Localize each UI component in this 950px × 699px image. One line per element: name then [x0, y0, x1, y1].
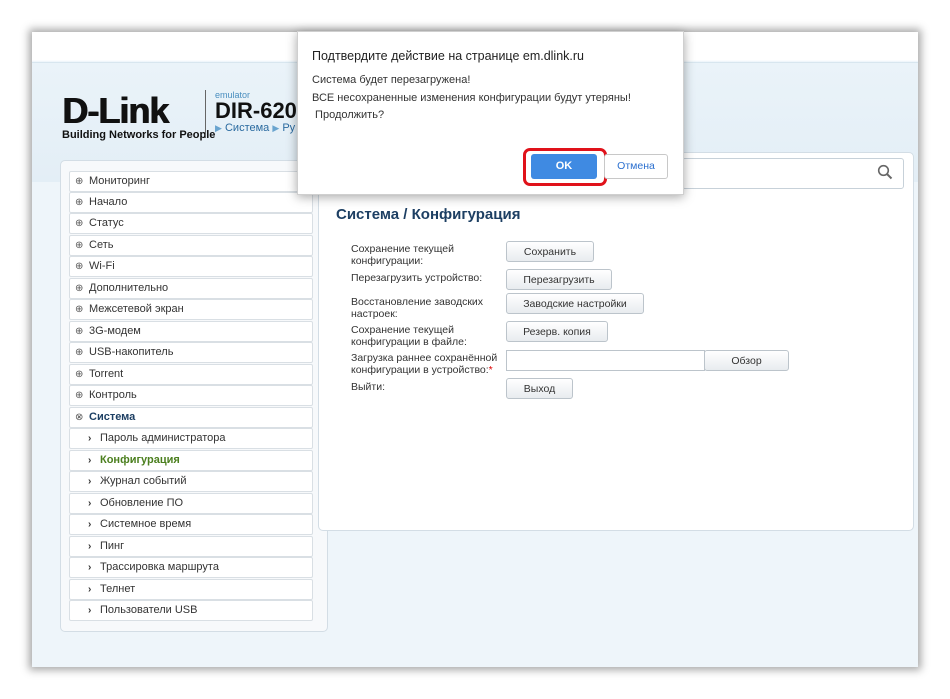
dialog-title: Подтвердите действие на странице em.dlin… — [312, 49, 585, 63]
logo-tagline: Building Networks for People — [62, 129, 216, 141]
sidebar-item-torrent[interactable]: ⊕ Torrent — [69, 364, 313, 385]
breadcrumb-item-system[interactable]: Система — [225, 122, 269, 134]
collapse-icon: ⊗ — [75, 412, 84, 423]
sidebar-item-firewall[interactable]: ⊕ Межсетевой экран — [69, 299, 313, 320]
sidebar-subitem-usb-users[interactable]: › Пользователи USB — [69, 600, 313, 621]
breadcrumb-item-2[interactable]: Ру — [282, 122, 295, 134]
expand-icon: ⊕ — [75, 197, 84, 208]
dialog-message-line3: Продолжить? — [312, 109, 385, 121]
ok-button[interactable]: OK — [531, 154, 597, 179]
search-input[interactable] — [682, 158, 904, 189]
sidebar-subitem-traceroute[interactable]: › Трассировка маршрута — [69, 557, 313, 578]
chevron-right-icon: › — [88, 541, 92, 552]
row-label-save-config: Сохранение текущей конфигурации: — [351, 243, 455, 267]
chevron-right-icon: › — [88, 562, 92, 573]
dialog-message-line1: Система будет перезагружена! — [312, 74, 471, 86]
expand-icon: ⊕ — [75, 218, 84, 229]
dialog-message-line2: ВСЕ несохраненные изменения конфигурации… — [312, 92, 631, 104]
sidebar-item-advanced[interactable]: ⊕ Дополнительно — [69, 278, 313, 299]
sidebar-item-monitoring[interactable]: ⊕ Мониторинг — [69, 171, 313, 192]
chevron-right-icon: › — [88, 519, 92, 530]
logout-button[interactable]: Выход — [506, 378, 573, 399]
row-label-factory-reset: Восстановление заводских настроек: — [351, 296, 484, 320]
browse-button[interactable]: Обзор — [704, 350, 789, 371]
chevron-right-icon: › — [88, 455, 92, 466]
sidebar-subitem-configuration[interactable]: › Конфигурация — [69, 450, 313, 471]
expand-icon: ⊕ — [75, 240, 84, 251]
required-marker: * — [488, 364, 493, 376]
chevron-right-icon: › — [88, 498, 92, 509]
row-label-logout: Выйти: — [351, 381, 386, 393]
logo-separator — [205, 90, 206, 138]
cancel-button[interactable]: Отмена — [604, 154, 668, 179]
expand-icon: ⊕ — [75, 176, 84, 187]
model-name: DIR-620 — [215, 98, 297, 123]
expand-icon: ⊕ — [75, 283, 84, 294]
sidebar-item-control[interactable]: ⊕ Контроль — [69, 385, 313, 406]
sidebar-subitem-ping[interactable]: › Пинг — [69, 536, 313, 557]
factory-reset-button[interactable]: Заводские настройки — [506, 293, 644, 314]
sidebar-subitem-firmware-update[interactable]: › Обновление ПО — [69, 493, 313, 514]
expand-icon: ⊕ — [75, 326, 84, 337]
breadcrumb: ▶ Система ▶ Ру — [215, 122, 295, 134]
confirm-dialog: Подтвердите действие на странице em.dlin… — [297, 31, 684, 195]
sidebar-item-3g-modem[interactable]: ⊕ 3G-модем — [69, 321, 313, 342]
reboot-button[interactable]: Перезагрузить — [506, 269, 612, 290]
sidebar-item-wifi[interactable]: ⊕ Wi-Fi — [69, 256, 313, 277]
dlink-logo: D-Link Building Networks for People — [62, 90, 216, 142]
breadcrumb-arrow-icon: ▶ — [215, 123, 222, 133]
expand-icon: ⊕ — [75, 390, 84, 401]
sidebar-subitem-telnet[interactable]: › Телнет — [69, 579, 313, 600]
expand-icon: ⊕ — [75, 261, 84, 272]
logo-text: D-Link — [62, 90, 169, 131]
backup-button[interactable]: Резерв. копия — [506, 321, 608, 342]
chevron-right-icon: › — [88, 476, 92, 487]
expand-icon: ⊕ — [75, 304, 84, 315]
sidebar-subitem-admin-password[interactable]: › Пароль администратора — [69, 428, 313, 449]
config-file-field[interactable] — [506, 350, 705, 371]
sidebar-item-network[interactable]: ⊕ Сеть — [69, 235, 313, 256]
save-button[interactable]: Сохранить — [506, 241, 594, 262]
sidebar-subitem-event-log[interactable]: › Журнал событий — [69, 471, 313, 492]
row-label-reboot: Перезагрузить устройство: — [351, 272, 483, 284]
sidebar-item-status[interactable]: ⊕ Статус — [69, 213, 313, 234]
chevron-right-icon: › — [88, 433, 92, 444]
chevron-right-icon: › — [88, 584, 92, 595]
page-title: Система / Конфигурация — [336, 206, 521, 223]
row-label-backup: Сохранение текущей конфигурации в файле: — [351, 324, 467, 348]
row-label-upload-config: Загрузка раннее сохранённой конфигурации… — [351, 352, 498, 376]
search-icon[interactable] — [877, 164, 893, 180]
chevron-right-icon: › — [88, 605, 92, 616]
sidebar-item-system[interactable]: ⊗ Система — [69, 407, 313, 428]
sidebar-item-start[interactable]: ⊕ Начало — [69, 192, 313, 213]
sidebar-subitem-system-time[interactable]: › Системное время — [69, 514, 313, 535]
expand-icon: ⊕ — [75, 347, 84, 358]
sidebar: ⊕ Мониторинг ⊕ Начало ⊕ Статус ⊕ Сеть ⊕ Wi-Fi… — [60, 160, 328, 632]
expand-icon: ⊕ — [75, 369, 84, 380]
sidebar-item-usb-storage[interactable]: ⊕ USB-накопитель — [69, 342, 313, 363]
breadcrumb-arrow-icon: ▶ — [272, 123, 280, 133]
